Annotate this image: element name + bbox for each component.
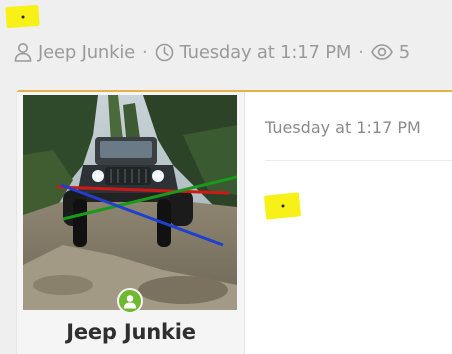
- view-count: 5: [398, 41, 411, 63]
- thread-author-link[interactable]: Jeep Junkie: [38, 42, 135, 63]
- meta-separator: ·: [358, 41, 364, 63]
- clock-icon: [155, 43, 174, 62]
- online-status-icon: [117, 288, 143, 314]
- post-date-link[interactable]: Tuesday at 1:17 PM: [265, 118, 421, 137]
- highlight-mark: [263, 192, 302, 220]
- thread-meta: Jeep Junkie · Tuesday at 1:17 PM · 5: [14, 39, 410, 65]
- thread-date-link[interactable]: Tuesday at 1:17 PM: [180, 42, 352, 63]
- post-header-divider: [265, 160, 452, 161]
- user-icon: [14, 42, 32, 62]
- user-avatar-photo[interactable]: [23, 95, 237, 310]
- highlight-mark: [5, 4, 40, 29]
- post-author-name[interactable]: Jeep Junkie: [17, 320, 245, 344]
- post-card: Jeep Junkie Tuesday at 1:17 PM: [16, 90, 452, 354]
- eye-icon: [370, 44, 393, 60]
- post-user-sidebar: Jeep Junkie: [17, 92, 245, 354]
- meta-separator: ·: [142, 41, 148, 63]
